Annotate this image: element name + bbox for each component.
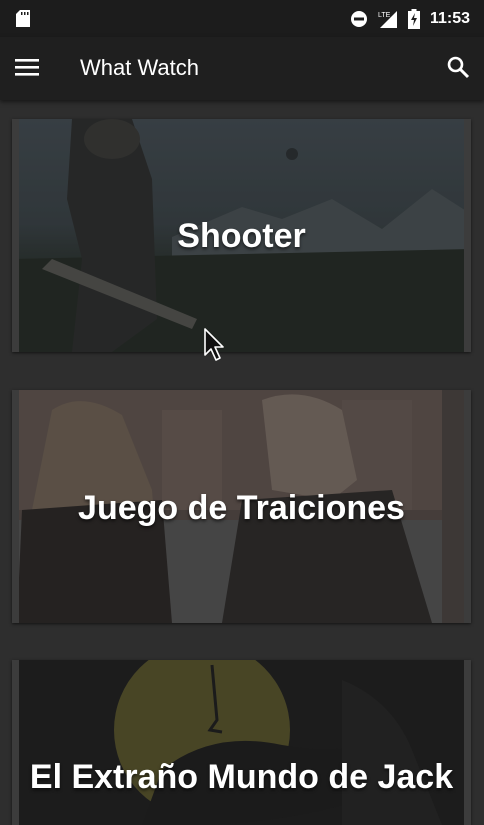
battery-charging-icon bbox=[407, 8, 420, 29]
card-edge bbox=[12, 660, 19, 825]
status-bar: LTE 11:53 bbox=[0, 0, 484, 37]
movie-title: Juego de Traiciones bbox=[78, 489, 405, 527]
sd-card-icon bbox=[16, 10, 30, 27]
movie-card[interactable]: El Extraño Mundo de Jack bbox=[12, 660, 471, 825]
card-edge bbox=[464, 660, 471, 825]
poster-overlay bbox=[12, 660, 471, 825]
status-icons: LTE 11:53 bbox=[350, 0, 470, 37]
lte-label: LTE bbox=[378, 12, 391, 19]
movie-title: El Extraño Mundo de Jack bbox=[29, 758, 454, 796]
movie-card[interactable]: Juego de Traiciones bbox=[12, 390, 471, 623]
app-title: What Watch bbox=[80, 55, 199, 80]
mouse-cursor-icon bbox=[204, 328, 224, 361]
menu-icon[interactable] bbox=[15, 57, 39, 77]
status-clock: 11:53 bbox=[429, 9, 470, 27]
movie-title: Shooter bbox=[177, 217, 306, 255]
lte-signal-icon: LTE bbox=[378, 10, 397, 28]
search-icon[interactable] bbox=[446, 55, 470, 79]
do-not-disturb-icon bbox=[350, 10, 367, 27]
app-bar: What Watch bbox=[0, 37, 484, 100]
movie-card[interactable]: Shooter bbox=[12, 119, 471, 352]
